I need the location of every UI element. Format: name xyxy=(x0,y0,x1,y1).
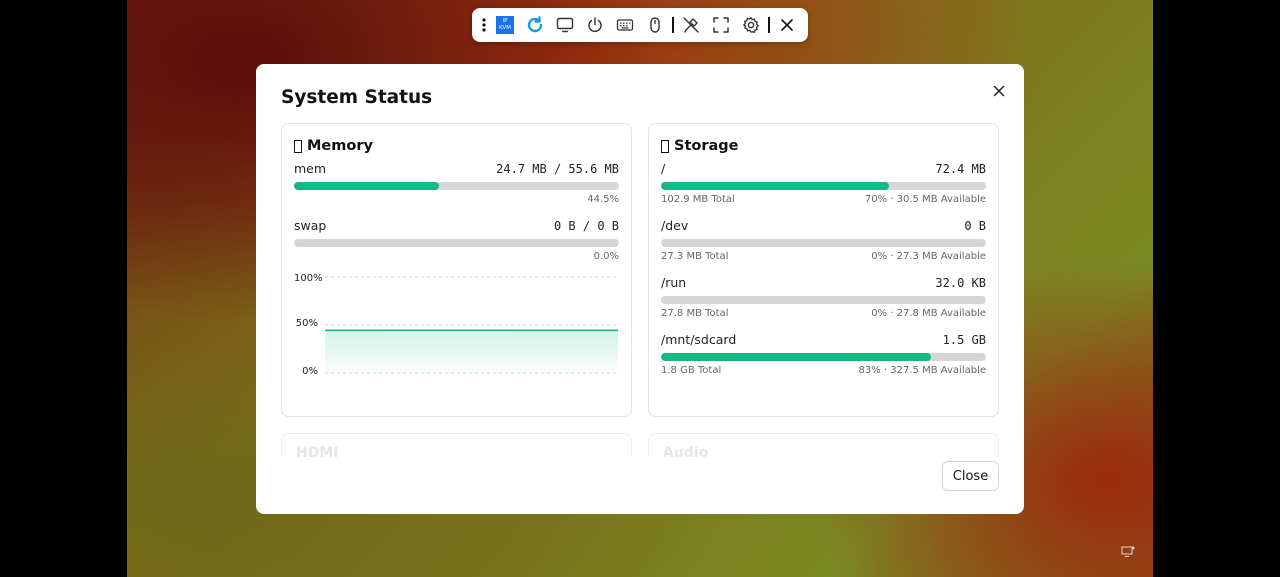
hdmi-card-title: HDMI xyxy=(296,445,339,457)
mount-total: 1.8 GB Total xyxy=(661,365,722,376)
swap-progress-bar xyxy=(294,239,619,247)
mem-progress-fill xyxy=(294,182,439,190)
unplug-icon xyxy=(683,17,699,33)
mount-progress-bar xyxy=(661,239,986,247)
mount-progress-bar xyxy=(661,182,986,190)
dialog-title: System Status xyxy=(281,87,433,108)
mount-total: 27.3 MB Total xyxy=(661,251,729,262)
y-tick-label: 0% xyxy=(302,366,318,377)
mem-label: mem xyxy=(294,161,327,176)
memory-title: Memory xyxy=(307,138,373,154)
close-button[interactable]: Close xyxy=(942,461,999,491)
mount-available: 70% · 30.5 MB Available xyxy=(864,194,986,205)
toolbar-divider xyxy=(672,17,674,33)
memory-chart-plot xyxy=(325,276,618,374)
fullscreen-icon xyxy=(713,17,729,33)
keyboard-icon xyxy=(616,19,634,31)
mount-used: 1.5 GB xyxy=(942,333,986,347)
storage-title: Storage xyxy=(674,138,739,154)
mount-name: /mnt/sdcard xyxy=(661,332,737,347)
swap-percent: 0.0% xyxy=(593,251,619,262)
mount-progress-bar xyxy=(661,353,986,361)
mount-used: 0 B xyxy=(964,219,986,233)
screen-monitor-icon xyxy=(1121,546,1135,557)
mount-total: 27.8 MB Total xyxy=(661,308,729,319)
mount-name: /run xyxy=(661,275,687,290)
storage-mount-list: / 72.4 MB 102.9 MB Total 70% · 30.5 MB Ava… xyxy=(661,161,986,376)
swap-label: swap xyxy=(294,218,327,233)
audio-card-title: Audio xyxy=(663,445,709,457)
toolbar-divider xyxy=(768,17,770,33)
mouse-button[interactable] xyxy=(640,10,670,40)
refresh-button[interactable] xyxy=(520,10,550,40)
storage-icon xyxy=(661,139,669,153)
system-status-dialog: System Status Memory mem 24.7 MB / 55.6 … xyxy=(256,64,1024,514)
storage-mount-item: / 72.4 MB 102.9 MB Total 70% · 30.5 MB Ava… xyxy=(661,161,986,205)
storage-card: Storage / 72.4 MB 102.9 MB Total 70% · 30.… xyxy=(648,123,999,417)
storage-mount-item: /dev 0 B 27.3 MB Total 0% · 27.3 MB Availa… xyxy=(661,218,986,262)
y-tick-label: 50% xyxy=(295,318,318,329)
mount-total: 102.9 MB Total xyxy=(661,194,735,205)
memory-area xyxy=(325,330,618,373)
mount-progress-fill xyxy=(661,182,889,190)
mount-used: 32.0 KB xyxy=(935,276,986,290)
close-icon xyxy=(993,85,1005,97)
y-tick-label: 100% xyxy=(294,273,323,284)
mem-value: 24.7 MB / 55.6 MB xyxy=(496,162,619,176)
mem-percent: 44.5% xyxy=(587,194,619,205)
mount-progress-bar xyxy=(661,296,986,304)
fullscreen-button[interactable] xyxy=(706,10,736,40)
storage-mount-item: /run 32.0 KB 27.8 MB Total 0% · 27.8 MB Av… xyxy=(661,275,986,319)
memory-card-header: Memory xyxy=(294,136,619,156)
mount-name: /dev xyxy=(661,218,689,233)
logo-line-2: KVM xyxy=(498,25,512,31)
ipkvm-logo-icon: IP KVM xyxy=(496,16,514,34)
mem-block: mem 24.7 MB / 55.6 MB 44.5% xyxy=(294,161,619,205)
mount-available: 0% · 27.3 MB Available xyxy=(871,251,986,262)
memory-card: Memory mem 24.7 MB / 55.6 MB 44.5% swap … xyxy=(281,123,632,417)
monitor-icon xyxy=(556,17,574,33)
close-icon xyxy=(781,19,793,31)
storage-mount-item: /mnt/sdcard 1.5 GB 1.8 GB Total 83% · 327.… xyxy=(661,332,986,376)
mount-used: 72.4 MB xyxy=(935,162,986,176)
logo-line-1: IP xyxy=(502,18,508,24)
swap-block: swap 0 B / 0 B 0.0% xyxy=(294,218,619,262)
audio-card-partial: Audio xyxy=(648,433,999,457)
disconnect-button[interactable] xyxy=(676,10,706,40)
power-button[interactable] xyxy=(580,10,610,40)
mem-progress-bar xyxy=(294,182,619,190)
mount-progress-fill xyxy=(661,353,931,361)
mount-available: 0% · 27.8 MB Available xyxy=(871,308,986,319)
mount-available: 83% · 327.5 MB Available xyxy=(858,365,987,376)
keyboard-button[interactable] xyxy=(610,10,640,40)
memory-usage-chart: 100% 50% 0% xyxy=(294,272,619,382)
ipkvm-logo-button[interactable]: IP KVM xyxy=(490,10,520,40)
mount-name: / xyxy=(661,161,666,176)
swap-value: 0 B / 0 B xyxy=(553,219,619,233)
screen-button[interactable] xyxy=(550,10,580,40)
kvm-toolbar: IP KVM xyxy=(472,8,808,42)
dialog-close-x-button[interactable] xyxy=(989,81,1009,101)
toolbar-close-button[interactable] xyxy=(772,10,802,40)
hdmi-card-partial: HDMI xyxy=(281,433,632,457)
gear-icon xyxy=(743,17,759,33)
refresh-icon xyxy=(527,16,543,33)
mouse-icon xyxy=(650,17,660,33)
power-icon xyxy=(588,17,602,32)
memory-icon xyxy=(294,139,302,153)
storage-card-header: Storage xyxy=(661,136,986,156)
settings-button[interactable] xyxy=(736,10,766,40)
drag-handle-icon[interactable] xyxy=(478,10,490,40)
